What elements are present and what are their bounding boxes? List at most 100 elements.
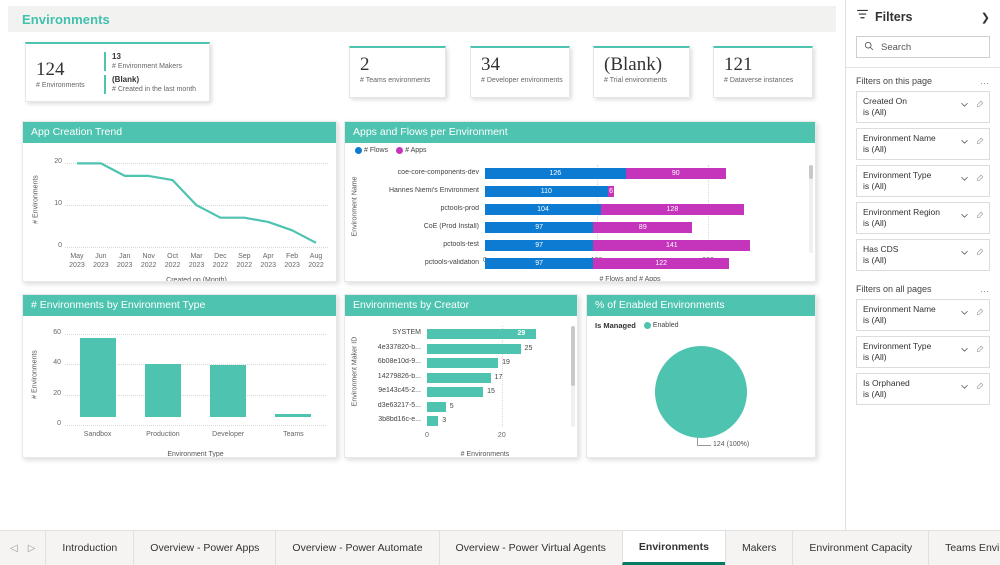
- bar[interactable]: [427, 387, 483, 397]
- bar[interactable]: [427, 358, 498, 368]
- bar[interactable]: [427, 402, 446, 412]
- filters-search-box[interactable]: Search: [856, 36, 990, 58]
- apps-flows-plot[interactable]: # Flows# Apps0100200coe-core-components-…: [345, 143, 815, 281]
- bar[interactable]: [210, 365, 246, 417]
- chevron-down-icon[interactable]: [960, 207, 969, 225]
- filter-card[interactable]: Environment Nameis (All): [856, 128, 990, 160]
- filter-card[interactable]: Environment Nameis (All): [856, 299, 990, 331]
- vertical-scrollbar[interactable]: [809, 165, 813, 253]
- page-tab[interactable]: Overview - Power Apps: [133, 531, 275, 565]
- bar-segment[interactable]: 126: [485, 168, 626, 179]
- category-label[interactable]: coe-core-components-dev: [347, 169, 479, 176]
- filter-card[interactable]: Created Onis (All): [856, 91, 990, 123]
- bar-segment[interactable]: 122: [593, 258, 729, 269]
- clear-filter-icon[interactable]: [975, 304, 984, 322]
- legend-item[interactable]: # Flows: [355, 147, 388, 154]
- table-row[interactable]: 97141: [485, 240, 750, 251]
- clear-filter-icon[interactable]: [975, 170, 984, 188]
- vertical-scrollbar[interactable]: [571, 326, 575, 427]
- bar[interactable]: [145, 364, 181, 417]
- clear-filter-icon[interactable]: [975, 378, 984, 396]
- chevron-down-icon[interactable]: [960, 170, 969, 188]
- pct-enabled-plot[interactable]: Is ManagedEnabled124 (100%): [587, 316, 815, 457]
- bar-segment[interactable]: 90: [626, 168, 726, 179]
- visual-env-by-type[interactable]: # Environments by Environment Type 02040…: [22, 294, 337, 458]
- page-tab-active[interactable]: Environments: [622, 531, 725, 565]
- legend-item[interactable]: Enabled: [644, 322, 679, 329]
- category-label[interactable]: 3b8bd16c-e...: [345, 416, 421, 423]
- more-options-icon[interactable]: …: [980, 284, 990, 294]
- page-tab[interactable]: Teams Environments: [928, 531, 1000, 565]
- kpi-card[interactable]: 34# Developer environments: [470, 46, 570, 98]
- more-options-icon[interactable]: …: [980, 76, 990, 86]
- x-axis-tick[interactable]: Teams: [261, 431, 326, 438]
- category-label[interactable]: pctools-prod: [347, 205, 479, 212]
- clear-filter-icon[interactable]: [975, 96, 984, 114]
- bar-segment[interactable]: 128: [601, 204, 744, 215]
- kpi-sub-metric[interactable]: (Blank)# Created in the last month: [104, 75, 196, 94]
- bar[interactable]: [427, 373, 491, 383]
- pie-slice-enabled[interactable]: [655, 346, 747, 438]
- tab-prev-button[interactable]: ◁: [10, 543, 18, 554]
- visual-apps-flows[interactable]: Apps and Flows per Environment # Flows# …: [344, 121, 816, 282]
- chevron-down-icon[interactable]: [960, 378, 969, 396]
- filter-card[interactable]: Environment Typeis (All): [856, 336, 990, 368]
- kpi-card[interactable]: (Blank)# Trial environments: [593, 46, 690, 98]
- table-row[interactable]: 9789: [485, 222, 692, 233]
- legend-item[interactable]: # Apps: [396, 147, 426, 154]
- page-tab[interactable]: Makers: [725, 531, 792, 565]
- bar-segment[interactable]: 6: [608, 186, 615, 197]
- x-axis-tick[interactable]: Production: [130, 431, 195, 438]
- clear-filter-icon[interactable]: [975, 244, 984, 262]
- bar[interactable]: [427, 416, 438, 426]
- category-label[interactable]: pctools-test: [347, 241, 479, 248]
- chevron-down-icon[interactable]: [960, 304, 969, 322]
- visual-pct-enabled[interactable]: % of Enabled Environments Is ManagedEnab…: [586, 294, 816, 458]
- bar[interactable]: [80, 338, 116, 417]
- page-tab[interactable]: Overview - Power Automate: [275, 531, 438, 565]
- visual-app-creation-trend[interactable]: App Creation Trend 01020May2023Jun2023Ja…: [22, 121, 337, 282]
- chevron-down-icon[interactable]: [960, 244, 969, 262]
- clear-filter-icon[interactable]: [975, 341, 984, 359]
- bar-segment[interactable]: 97: [485, 258, 593, 269]
- bar-segment[interactable]: 141: [593, 240, 750, 251]
- x-axis-tick[interactable]: Sandbox: [65, 431, 130, 438]
- chevron-down-icon[interactable]: [960, 341, 969, 359]
- chevron-down-icon[interactable]: [960, 133, 969, 151]
- page-tab[interactable]: Introduction: [45, 531, 133, 565]
- clear-filter-icon[interactable]: [975, 207, 984, 225]
- chevron-right-icon[interactable]: ❯: [981, 11, 990, 24]
- bar[interactable]: [275, 414, 311, 417]
- bar-segment[interactable]: 89: [593, 222, 692, 233]
- filter-card[interactable]: Has CDSis (All): [856, 239, 990, 271]
- bar-segment[interactable]: 104: [485, 204, 601, 215]
- app-creation-trend-plot[interactable]: 01020May2023Jun2023Jan2023Nov2022Oct2022…: [23, 143, 336, 281]
- category-label[interactable]: Hannes Niemi's Environment: [347, 187, 479, 194]
- category-label[interactable]: pctools-validation: [347, 259, 479, 266]
- kpi-card[interactable]: 121# Dataverse instances: [713, 46, 813, 98]
- table-row[interactable]: 1106: [485, 186, 614, 197]
- visual-env-by-creator[interactable]: Environments by Creator 020SYSTEM294e337…: [344, 294, 578, 458]
- kpi-sub-metric[interactable]: 13# Environment Makers: [104, 52, 196, 71]
- category-label[interactable]: CoE (Prod Install): [347, 223, 479, 230]
- filter-card[interactable]: Environment Regionis (All): [856, 202, 990, 234]
- page-tab[interactable]: Environment Capacity: [792, 531, 928, 565]
- kpi-card[interactable]: 124# Environments13# Environment Makers(…: [25, 42, 210, 102]
- bar-segment[interactable]: 97: [485, 240, 593, 251]
- tab-next-button[interactable]: ▷: [28, 543, 36, 554]
- x-axis-tick[interactable]: Developer: [196, 431, 261, 438]
- bar-segment[interactable]: 97: [485, 222, 593, 233]
- scrollbar-thumb[interactable]: [809, 165, 813, 179]
- chevron-down-icon[interactable]: [960, 96, 969, 114]
- table-row[interactable]: 12690: [485, 168, 726, 179]
- page-tab[interactable]: Overview - Power Virtual Agents: [439, 531, 622, 565]
- bar-segment[interactable]: 110: [485, 186, 608, 197]
- bar[interactable]: [427, 344, 521, 354]
- filter-card[interactable]: Is Orphanedis (All): [856, 373, 990, 405]
- env-by-type-plot[interactable]: 0204060SandboxProductionDeveloperTeamsEn…: [23, 316, 336, 457]
- filter-card[interactable]: Environment Typeis (All): [856, 165, 990, 197]
- scrollbar-thumb[interactable]: [571, 326, 575, 386]
- kpi-card[interactable]: 2# Teams environments: [349, 46, 446, 98]
- table-row[interactable]: 97122: [485, 258, 729, 269]
- clear-filter-icon[interactable]: [975, 133, 984, 151]
